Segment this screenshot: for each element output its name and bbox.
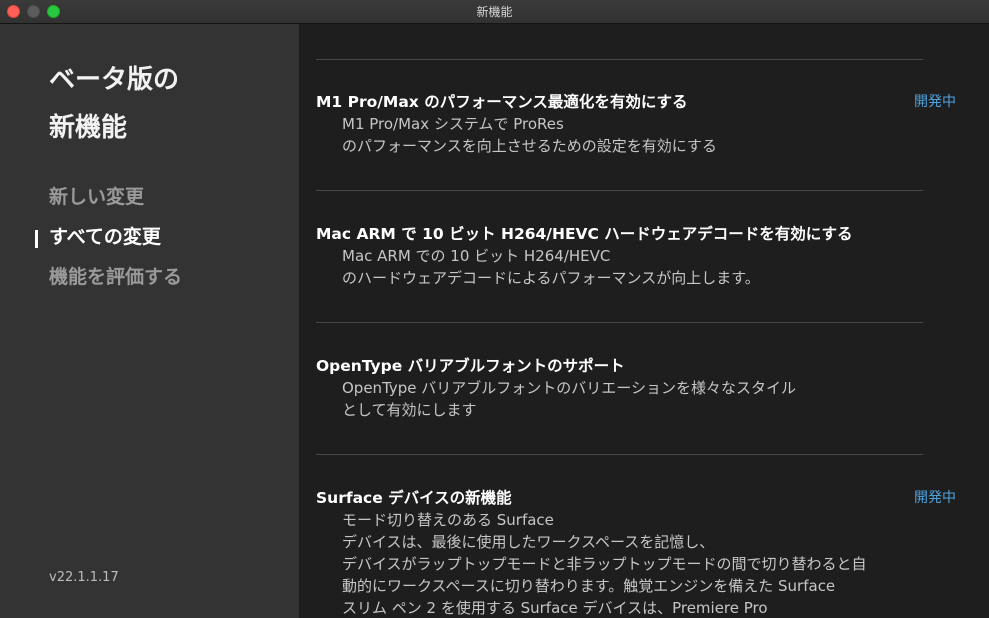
feature-item: OpenType バリアブルフォントのサポート OpenType バリアブルフォ…	[316, 355, 971, 421]
feature-description-line: のハードウェアデコードによるパフォーマンスが向上します。	[342, 269, 760, 287]
sidebar-item-label: 機能を評価する	[49, 266, 183, 288]
version-label: v22.1.1.17	[49, 570, 119, 585]
sidebar-item-label: 新しい変更	[49, 186, 145, 208]
feature-description-line: M1 Pro/Max システムで ProRes	[342, 115, 564, 133]
feature-item: M1 Pro/Max のパフォーマンス最適化を有効にする M1 Pro/Max …	[316, 91, 971, 157]
divider	[316, 190, 923, 191]
sidebar-item-all-changes[interactable]: すべての変更	[0, 219, 299, 259]
sidebar-nav: 新しい変更 すべての変更 機能を評価する	[0, 179, 299, 299]
feature-description: モード切り替えのある Surface デバイスは、最後に使用したワークスペースを…	[316, 509, 971, 618]
feature-list[interactable]: 開発中 M1 Pro/Max のパフォーマンス最適化を有効にする M1 Pro/…	[299, 24, 989, 618]
divider	[316, 59, 923, 60]
feature-description: Mac ARM での 10 ビット H264/HEVC のハードウェアデコードに…	[316, 245, 971, 289]
sidebar-item-new-changes[interactable]: 新しい変更	[0, 179, 299, 219]
sidebar-item-label: すべての変更	[49, 226, 161, 248]
divider	[316, 454, 923, 455]
sidebar: ベータ版の 新機能 新しい変更 すべての変更 機能を評価する v22.1.1.1…	[0, 24, 299, 618]
sidebar-heading-line2: 新機能	[49, 113, 128, 143]
feature-description: M1 Pro/Max システムで ProRes のパフォーマンスを向上させるため…	[316, 113, 971, 157]
active-indicator	[35, 230, 38, 248]
divider	[316, 322, 923, 323]
window-title: 新機能	[476, 5, 513, 19]
feature-title: Surface デバイスの新機能	[316, 489, 512, 507]
feature-description-line: Mac ARM での 10 ビット H264/HEVC	[342, 247, 611, 265]
feature-title: M1 Pro/Max のパフォーマンス最適化を有効にする	[316, 93, 688, 111]
sidebar-heading-line1: ベータ版の	[49, 65, 180, 95]
title-bar: 新機能	[0, 0, 989, 24]
sidebar-heading: ベータ版の 新機能	[49, 56, 289, 152]
feature-description-line: OpenType バリアブルフォントのバリエーションを様々なスタイル	[342, 379, 796, 397]
feature-description: OpenType バリアブルフォントのバリエーションを様々なスタイル として有効…	[316, 377, 971, 421]
feature-title: OpenType バリアブルフォントのサポート	[316, 357, 625, 375]
feature-item: Mac ARM で 10 ビット H264/HEVC ハードウェアデコードを有効…	[316, 223, 971, 289]
feature-description-line: スリム ペン 2 を使用する Surface デバイスは、Premiere Pr…	[342, 599, 768, 617]
feature-title: Mac ARM で 10 ビット H264/HEVC ハードウェアデコードを有効…	[316, 225, 853, 243]
feature-description-line: のパフォーマンスを向上させるための設定を有効にする	[342, 137, 717, 155]
feature-description-line: 動的にワークスペースに切り替わります。触覚エンジンを備えた Surface	[342, 577, 836, 595]
feature-description-line: として有効にします	[342, 401, 477, 419]
feature-description-line: デバイスがラップトップモードと非ラップトップモードの間で切り替わると自	[342, 555, 867, 573]
feature-description-line: モード切り替えのある Surface	[342, 511, 554, 529]
sidebar-item-rate-features[interactable]: 機能を評価する	[0, 259, 299, 299]
app-window: 新機能 ベータ版の 新機能 新しい変更 すべての変更 機能を評価する v22.1…	[0, 0, 989, 618]
feature-item: Surface デバイスの新機能 モード切り替えのある Surface デバイス…	[316, 487, 971, 618]
feature-description-line: デバイスは、最後に使用したワークスペースを記憶し、	[342, 533, 715, 551]
